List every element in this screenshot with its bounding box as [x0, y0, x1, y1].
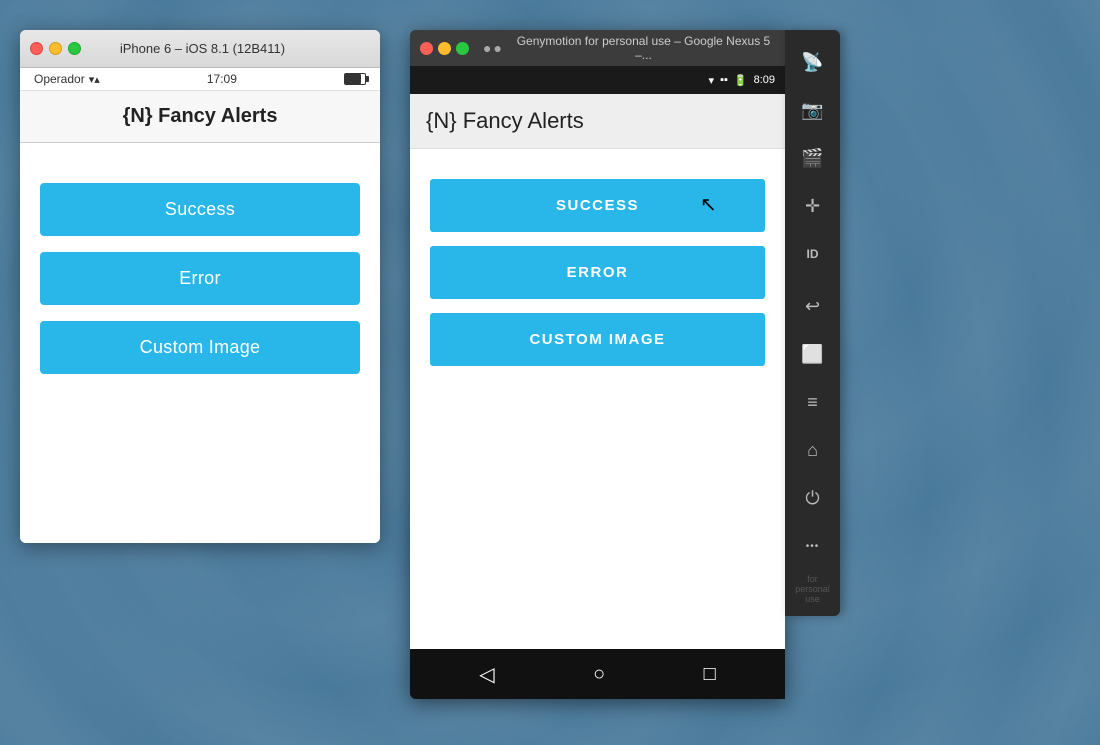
android-signal-icon: ▪▪ — [720, 74, 728, 86]
android-battery-icon: 🔋 — [734, 74, 748, 87]
ios-fullscreen-button[interactable] — [68, 42, 81, 55]
ios-app-title: {N} Fancy Alerts — [36, 105, 364, 128]
ios-app-body: Success Error Custom Image — [20, 143, 380, 543]
android-menu-sidebar-icon[interactable]: ≡ — [791, 380, 835, 424]
android-error-button[interactable]: ERROR — [430, 246, 765, 299]
ios-carrier: Operador ▾▴ — [34, 72, 100, 86]
android-nav-bar: ◁ ○ □ — [410, 649, 785, 699]
android-window-title: Genymotion for personal use – Google Nex… — [512, 34, 775, 62]
gps-icon[interactable]: 📡 — [791, 40, 835, 84]
android-home-button[interactable]: ○ — [585, 655, 613, 694]
ios-simulator: iPhone 6 – iOS 8.1 (12B411) Operador ▾▴ … — [20, 30, 380, 543]
android-window: ●● Genymotion for personal use – Google … — [410, 30, 785, 699]
android-sidebar: 📡 📷 🎬 ✛ ID ↩ ⬜ ≡ ⌂ ⏻ ••• for personal us… — [785, 30, 840, 616]
android-back-button[interactable]: ◁ — [471, 654, 502, 695]
android-time: 8:09 — [754, 74, 775, 86]
ios-custom-image-button[interactable]: Custom Image — [40, 321, 360, 374]
android-minimize-button[interactable] — [438, 42, 451, 55]
film-icon[interactable]: 🎬 — [791, 136, 835, 180]
android-recents-button[interactable]: □ — [696, 655, 724, 694]
ios-window-title: iPhone 6 – iOS 8.1 (12B411) — [81, 41, 324, 56]
ios-battery-icon — [344, 73, 366, 85]
android-close-button[interactable] — [420, 42, 433, 55]
android-home-sidebar-icon[interactable]: ⬜ — [791, 332, 835, 376]
ios-time: 17:09 — [207, 72, 237, 86]
android-house-sidebar-icon[interactable]: ⌂ — [791, 428, 835, 472]
ios-success-button[interactable]: Success — [40, 183, 360, 236]
android-app-title: {N} Fancy Alerts — [426, 108, 769, 134]
android-app-body: SUCCESS ERROR CUSTOM IMAGE — [410, 149, 785, 649]
move-icon[interactable]: ✛ — [791, 184, 835, 228]
ios-close-button[interactable] — [30, 42, 43, 55]
ios-error-button[interactable]: Error — [40, 252, 360, 305]
android-more-sidebar-icon[interactable]: ••• — [791, 524, 835, 568]
android-power-sidebar-icon[interactable]: ⏻ — [791, 476, 835, 520]
android-status-icons: ▾ ▪▪ 🔋 8:09 — [709, 74, 775, 87]
android-success-button[interactable]: SUCCESS — [430, 179, 765, 232]
android-wifi-icon: ▾ — [709, 74, 715, 87]
android-custom-image-button[interactable]: CUSTOM IMAGE — [430, 313, 765, 366]
ios-wifi-icon: ▾▴ — [89, 73, 100, 86]
android-status-bar: ▾ ▪▪ 🔋 8:09 — [410, 66, 785, 94]
android-title-bar: ●● Genymotion for personal use – Google … — [410, 30, 785, 66]
android-fullscreen-button[interactable] — [456, 42, 469, 55]
ios-window-controls — [30, 42, 81, 55]
android-app-header: {N} Fancy Alerts — [410, 94, 785, 149]
android-simulator: ●● Genymotion for personal use – Google … — [410, 30, 840, 699]
android-watermark: for personal use — [785, 572, 840, 606]
android-back-sidebar-icon[interactable]: ↩ — [791, 284, 835, 328]
camera-icon[interactable]: 📷 — [791, 88, 835, 132]
ios-minimize-button[interactable] — [49, 42, 62, 55]
ios-status-bar: Operador ▾▴ 17:09 — [20, 68, 380, 91]
android-separator-dots: ●● — [483, 40, 504, 56]
android-traffic-lights — [420, 42, 469, 55]
ios-battery-area — [344, 73, 366, 85]
ios-app-header: {N} Fancy Alerts — [20, 91, 380, 143]
id-icon[interactable]: ID — [791, 232, 835, 276]
ios-title-bar: iPhone 6 – iOS 8.1 (12B411) — [20, 30, 380, 68]
